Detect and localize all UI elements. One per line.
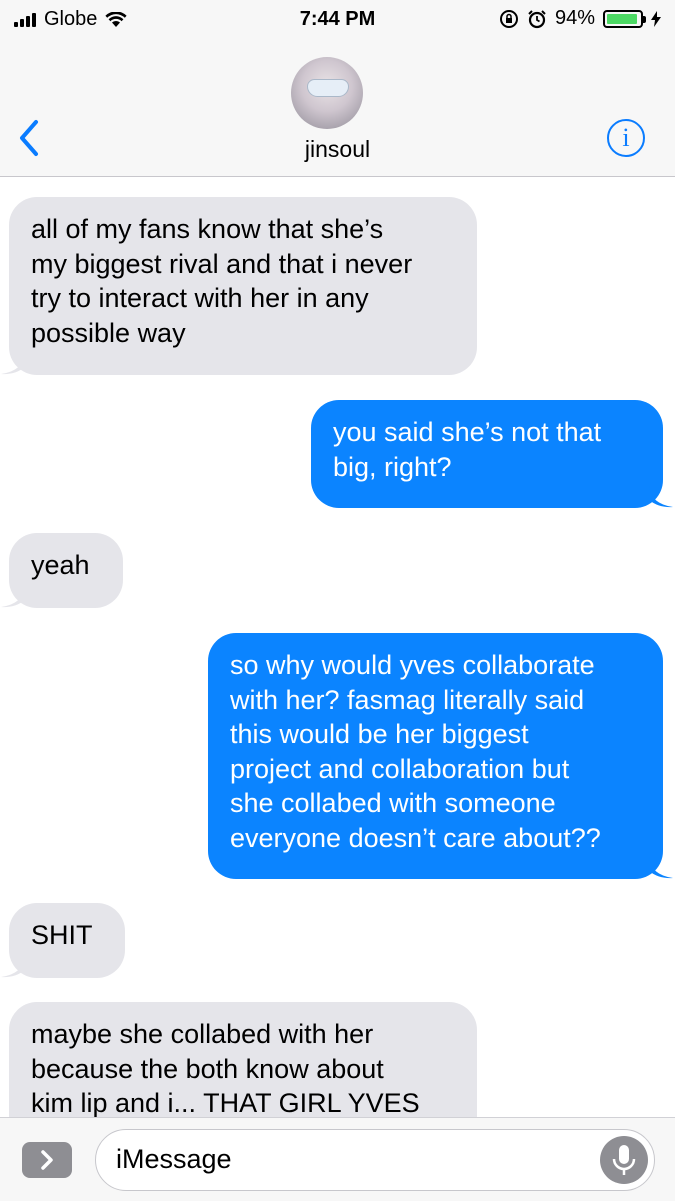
chevron-right-icon (41, 1150, 53, 1170)
incoming-message[interactable]: maybe she collabed with her because the b… (9, 1002, 477, 1117)
message-text-line: yeah (31, 550, 90, 580)
message-text-line: all of my fans know that she’s (31, 214, 384, 244)
message-text-line: possible way (31, 317, 186, 348)
incoming-message[interactable]: yeah (9, 533, 123, 608)
outgoing-message[interactable]: so why would yves collaborate with her? f… (208, 633, 663, 879)
microphone-button[interactable] (600, 1136, 648, 1184)
message-text-line: maybe she collabed with her (31, 1019, 374, 1049)
bubble-tail (649, 857, 673, 879)
contact-name[interactable]: jinsoul (0, 136, 675, 163)
apps-expand-button[interactable] (22, 1142, 72, 1178)
message-text-line: kim lip and i... THAT GIRL YVES (31, 1088, 420, 1117)
message-text-line: everyone doesn’t care about?? (230, 822, 601, 853)
message-input-placeholder: iMessage (116, 1144, 232, 1174)
message-text-line: she collabed with someone (230, 788, 556, 818)
message-text-line: this would be her biggest (230, 719, 529, 749)
message-text-line: SHIT (31, 920, 93, 950)
message-text-line: big, right? (333, 451, 452, 482)
message-input[interactable]: iMessage (95, 1129, 655, 1191)
message-text-line: you said she’s not that (333, 417, 602, 447)
message-text-line: project and collaboration but (230, 753, 570, 784)
bubble-tail (1, 353, 25, 375)
battery-icon (603, 9, 646, 28)
avatar-photo (307, 79, 349, 97)
bubble-tail (1, 956, 25, 978)
message-text-line: my biggest rival and that i never (31, 248, 413, 279)
battery-level (607, 13, 638, 24)
incoming-message[interactable]: all of my fans know that she’s my biggest… (9, 197, 477, 375)
status-bar: Globe 7:44 PM 94% (0, 0, 675, 40)
message-text-line: try to interact with her in any (31, 283, 369, 313)
conversation-header: Globe 7:44 PM 94% jinsoul i (0, 0, 675, 177)
message-thread[interactable]: all of my fans know that she’s my biggest… (0, 177, 675, 1117)
microphone-icon (612, 1145, 636, 1175)
info-icon[interactable]: i (607, 119, 645, 157)
composer-bar: iMessage (0, 1117, 675, 1201)
orientation-lock-icon (499, 9, 518, 28)
message-text-line: because the both know about (31, 1053, 384, 1084)
bubble-tail (649, 486, 673, 508)
message-text-line: with her? fasmag literally said (230, 684, 585, 715)
status-right: 94% (499, 7, 661, 30)
contact-avatar[interactable] (291, 57, 363, 129)
message-text-line: so why would yves collaborate (230, 650, 595, 680)
outgoing-message[interactable]: you said she’s not that big, right? (311, 400, 663, 508)
bubble-tail (1, 586, 25, 608)
alarm-icon (528, 9, 546, 28)
incoming-message[interactable]: SHIT (9, 903, 125, 978)
charging-bolt-icon (651, 10, 661, 27)
battery-percent: 94% (554, 7, 595, 29)
